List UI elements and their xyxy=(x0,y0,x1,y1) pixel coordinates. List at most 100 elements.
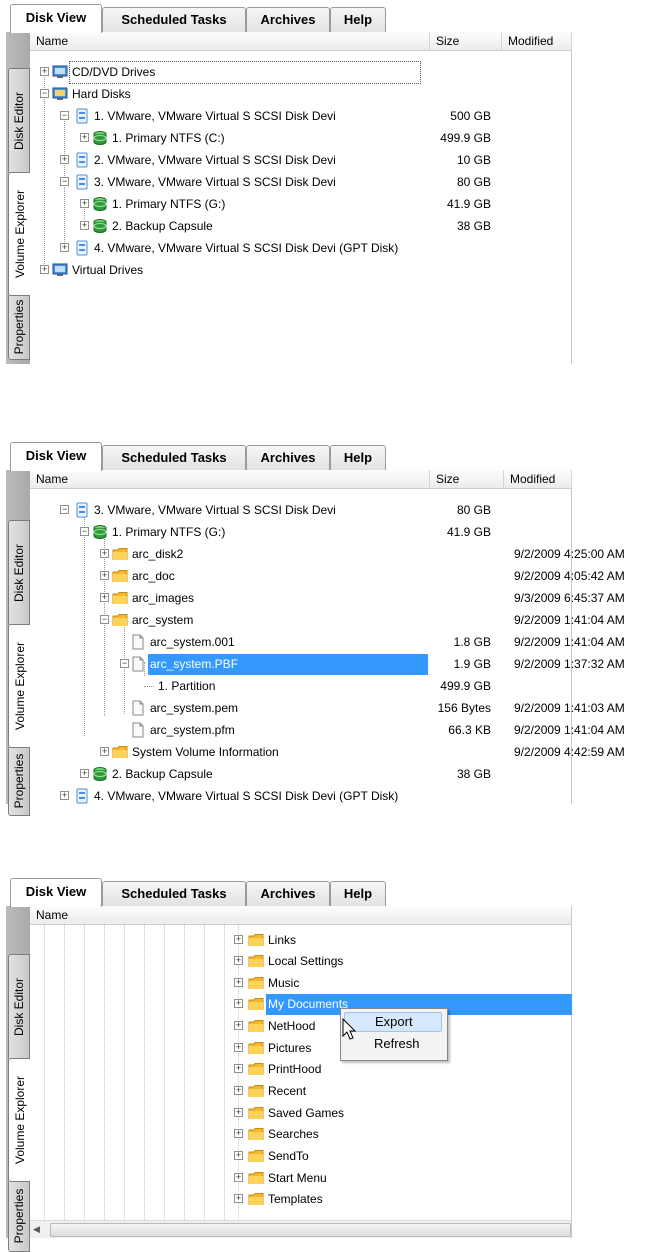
tree-row[interactable]: + 1. Primary NTFS (G:) 41.9 GB xyxy=(30,194,571,215)
side-tab-volume-explorer[interactable]: Volume Explorer xyxy=(8,624,30,748)
expand-toggle[interactable]: + xyxy=(40,265,49,274)
tree-row[interactable]: + 4. VMware, VMware Virtual S SCSI Disk … xyxy=(30,786,571,807)
expand-toggle[interactable]: + xyxy=(80,133,89,142)
tab-archives[interactable]: Archives xyxy=(246,7,330,32)
column-name[interactable]: Name xyxy=(30,470,430,488)
expand-toggle[interactable]: + xyxy=(234,1173,243,1182)
tab-disk-view[interactable]: Disk View xyxy=(10,4,102,33)
expand-toggle[interactable]: + xyxy=(100,571,109,580)
expand-toggle[interactable]: + xyxy=(234,1043,243,1052)
side-tab-disk-editor[interactable]: Disk Editor xyxy=(8,520,30,626)
tab-help[interactable]: Help xyxy=(330,445,386,470)
tree-row[interactable]: + arc_images 9/3/2009 6:45:37 AM xyxy=(30,588,625,609)
expand-toggle[interactable]: + xyxy=(60,243,69,252)
tree-row-selected[interactable]: + My Documents xyxy=(30,994,572,1015)
column-name[interactable]: Name xyxy=(30,32,430,50)
expand-toggle[interactable]: + xyxy=(234,1129,243,1138)
collapse-toggle[interactable]: − xyxy=(40,89,49,98)
scrollbar-thumb[interactable] xyxy=(50,1223,571,1237)
column-modified[interactable]: Modified xyxy=(504,470,572,488)
expand-toggle[interactable]: + xyxy=(234,978,243,987)
expand-toggle[interactable]: + xyxy=(234,999,243,1008)
tree-row[interactable]: arc_system.pem 156 Bytes 9/2/2009 1:41:0… xyxy=(30,698,625,719)
tab-disk-view[interactable]: Disk View xyxy=(10,878,102,907)
expand-toggle[interactable]: + xyxy=(80,221,89,230)
tree-row[interactable]: + Templates xyxy=(30,1189,571,1210)
tab-archives[interactable]: Archives xyxy=(246,445,330,470)
tab-archives[interactable]: Archives xyxy=(246,881,330,906)
expand-toggle[interactable]: + xyxy=(234,1021,243,1030)
collapse-toggle[interactable]: − xyxy=(100,615,109,624)
tree-row[interactable]: + Music xyxy=(30,973,571,994)
collapse-toggle[interactable]: − xyxy=(60,505,69,514)
collapse-toggle[interactable]: − xyxy=(120,659,129,668)
menu-item-export[interactable]: Export xyxy=(344,1012,442,1032)
expand-toggle[interactable]: + xyxy=(80,199,89,208)
tree-row[interactable]: 1. Partition 499.9 GB xyxy=(30,676,571,697)
side-tab-properties[interactable]: Properties xyxy=(8,746,30,816)
tree-row[interactable]: + 1. Primary NTFS (C:) 499.9 GB xyxy=(30,128,571,149)
collapse-toggle[interactable]: − xyxy=(80,527,89,536)
expand-toggle[interactable]: + xyxy=(80,769,89,778)
expand-toggle[interactable]: + xyxy=(234,1064,243,1073)
tree-row[interactable]: − 1. VMware, VMware Virtual S SCSI Disk … xyxy=(30,106,571,127)
tree-row[interactable]: − 1. Primary NTFS (G:) 41.9 GB xyxy=(30,522,571,543)
tab-disk-view[interactable]: Disk View xyxy=(10,442,102,471)
tree-row[interactable]: + SendTo xyxy=(30,1146,571,1167)
column-name[interactable]: Name xyxy=(30,906,572,924)
tree-row[interactable]: + CD/DVD Drives xyxy=(30,61,571,84)
tree-row[interactable]: + NetHood xyxy=(30,1016,571,1037)
side-tab-properties[interactable]: Properties xyxy=(8,294,30,360)
side-tab-volume-explorer[interactable]: Volume Explorer xyxy=(8,1058,30,1182)
side-tab-disk-editor[interactable]: Disk Editor xyxy=(8,68,30,174)
horizontal-scrollbar[interactable]: ◀ xyxy=(30,1220,571,1238)
expand-toggle[interactable]: + xyxy=(234,1151,243,1160)
tree-row[interactable]: + arc_doc 9/2/2009 4:05:42 AM xyxy=(30,566,625,587)
tree-row[interactable]: + Links xyxy=(30,930,571,951)
tab-help[interactable]: Help xyxy=(330,7,386,32)
expand-toggle[interactable]: + xyxy=(100,549,109,558)
tree-row-selected[interactable]: − arc_system.PBF 1.9 GB 9/2/2009 1:37:32… xyxy=(30,654,625,675)
expand-toggle[interactable]: + xyxy=(60,791,69,800)
tab-help[interactable]: Help xyxy=(330,881,386,906)
tree-row[interactable]: + Start Menu xyxy=(30,1168,571,1189)
tree-row[interactable]: + arc_disk2 9/2/2009 4:25:00 AM xyxy=(30,544,625,565)
tree-row[interactable]: + System Volume Information 9/2/2009 4:4… xyxy=(30,742,625,763)
tree-row[interactable]: arc_system.pfm 66.3 KB 9/2/2009 1:41:04 … xyxy=(30,720,625,741)
expand-toggle[interactable]: + xyxy=(40,67,49,76)
expand-toggle[interactable]: + xyxy=(234,1086,243,1095)
tree-row[interactable]: + 2. Backup Capsule 38 GB xyxy=(30,216,571,237)
tree-row[interactable]: − 3. VMware, VMware Virtual S SCSI Disk … xyxy=(30,500,571,521)
expand-toggle[interactable]: + xyxy=(234,1108,243,1117)
tree-row[interactable]: + Saved Games xyxy=(30,1103,571,1124)
tab-scheduled-tasks[interactable]: Scheduled Tasks xyxy=(102,7,246,32)
column-size[interactable]: Size xyxy=(430,32,502,50)
expand-toggle[interactable]: + xyxy=(100,747,109,756)
tree-row[interactable]: − arc_system 9/2/2009 1:41:04 AM xyxy=(30,610,625,631)
side-tab-properties[interactable]: Properties xyxy=(8,1180,30,1252)
tree-row[interactable]: + Searches xyxy=(30,1124,571,1145)
tree-row[interactable]: + 2. Backup Capsule 38 GB xyxy=(30,764,571,785)
tree-row[interactable]: − 3. VMware, VMware Virtual S SCSI Disk … xyxy=(30,172,571,193)
tree-row[interactable]: − Hard Disks xyxy=(30,84,571,105)
tab-scheduled-tasks[interactable]: Scheduled Tasks xyxy=(102,445,246,470)
side-tab-disk-editor[interactable]: Disk Editor xyxy=(8,954,30,1060)
expand-toggle[interactable]: + xyxy=(234,956,243,965)
expand-toggle[interactable]: + xyxy=(234,1194,243,1203)
tree-row[interactable]: + 2. VMware, VMware Virtual S SCSI Disk … xyxy=(30,150,571,171)
collapse-toggle[interactable]: − xyxy=(60,111,69,120)
collapse-toggle[interactable]: − xyxy=(60,177,69,186)
expand-toggle[interactable]: + xyxy=(234,935,243,944)
menu-item-refresh[interactable]: Refresh xyxy=(344,1034,442,1054)
tree-row[interactable]: + Recent xyxy=(30,1081,571,1102)
tree-row[interactable]: + PrintHood xyxy=(30,1059,571,1080)
tree-row[interactable]: + Local Settings xyxy=(30,951,571,972)
column-modified[interactable]: Modified xyxy=(502,32,572,50)
tree-row[interactable]: + Pictures xyxy=(30,1038,571,1059)
column-size[interactable]: Size xyxy=(430,470,504,488)
side-tab-volume-explorer[interactable]: Volume Explorer xyxy=(8,172,30,296)
tree-row[interactable]: + 4. VMware, VMware Virtual S SCSI Disk … xyxy=(30,238,571,259)
tree-row[interactable]: arc_system.001 1.8 GB 9/2/2009 1:41:04 A… xyxy=(30,632,625,653)
scroll-left-icon[interactable]: ◀ xyxy=(33,1221,47,1237)
expand-toggle[interactable]: + xyxy=(60,155,69,164)
